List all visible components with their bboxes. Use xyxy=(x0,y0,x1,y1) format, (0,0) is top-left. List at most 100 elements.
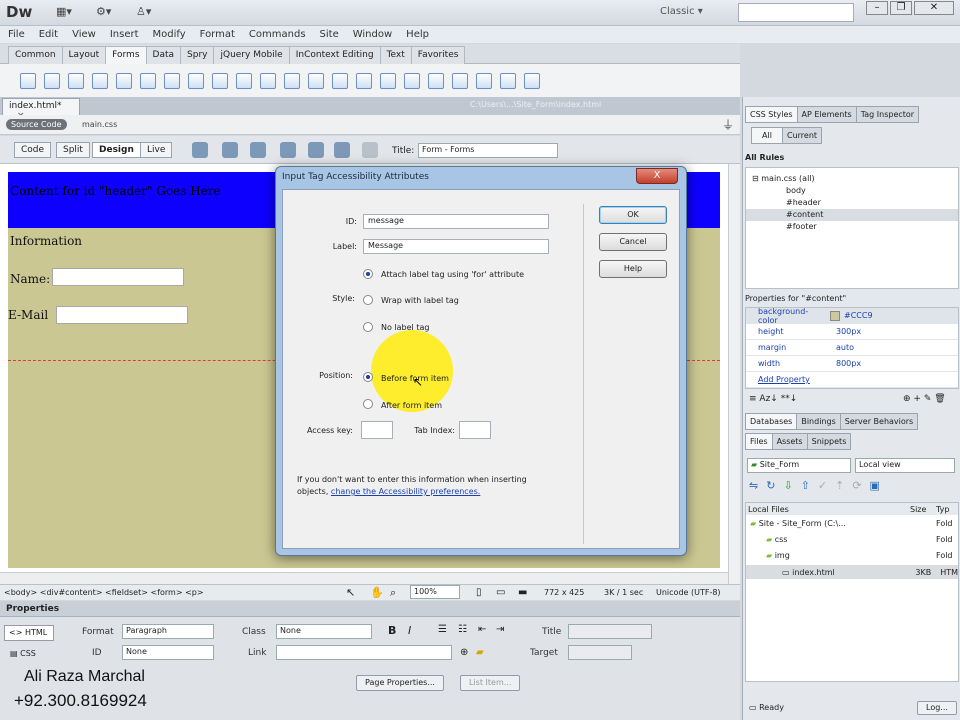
checkbox-group-icon[interactable] xyxy=(188,72,204,89)
menu-file[interactable]: File xyxy=(8,29,25,40)
menu-insert[interactable]: Insert xyxy=(110,29,139,40)
ordered-list-icon[interactable]: ☷ xyxy=(458,624,467,635)
menu-site[interactable]: Site xyxy=(320,29,339,40)
spry-validation-textarea-icon[interactable] xyxy=(404,72,420,89)
validate-icon[interactable] xyxy=(334,142,350,158)
tab-snippets[interactable]: Snippets xyxy=(806,433,852,450)
col-local-files[interactable]: Local Files xyxy=(746,505,910,514)
menu-modify[interactable]: Modify xyxy=(153,29,186,40)
view-select[interactable]: Local view xyxy=(855,458,955,473)
expand-icon[interactable]: ▣ xyxy=(870,479,888,492)
code-view-button[interactable]: Code xyxy=(14,142,52,158)
zoom-icon[interactable]: ⌕ xyxy=(390,586,396,600)
name-text-field[interactable] xyxy=(52,268,184,286)
file-field-icon[interactable] xyxy=(284,72,300,89)
tab-bindings[interactable]: Bindings xyxy=(796,413,841,430)
file-row[interactable]: ▰ Site - Site_Form (C:\... Fold xyxy=(750,519,958,528)
tab-layout[interactable]: Layout xyxy=(61,45,107,64)
tag-selector[interactable]: <body> <div#content> <fieldset> <form> <… xyxy=(4,588,204,597)
italic-button[interactable]: I xyxy=(408,624,411,637)
inspect-icon[interactable] xyxy=(192,142,208,158)
list-item-button[interactable]: List Item... xyxy=(460,675,521,691)
target-select[interactable] xyxy=(568,645,632,660)
zoom-select[interactable]: 100% xyxy=(410,585,460,599)
col-size[interactable]: Size xyxy=(910,505,936,514)
pointer-icon[interactable]: ↖ xyxy=(346,586,355,599)
put-files-icon[interactable]: ⇧ xyxy=(801,479,818,492)
email-text-field[interactable] xyxy=(56,306,188,324)
live-view-button[interactable]: Live xyxy=(140,142,173,158)
horizontal-scrollbar[interactable] xyxy=(0,572,728,584)
multiscreen-icon[interactable] xyxy=(250,142,266,158)
document-tab[interactable]: index.html* × xyxy=(2,98,80,121)
point-to-file-icon[interactable]: ⊕ xyxy=(460,647,468,658)
menu-commands[interactable]: Commands xyxy=(249,29,306,40)
workspace-switcher[interactable]: Classic ▾ xyxy=(660,6,703,17)
gear-icon[interactable]: ⚙▾ xyxy=(96,5,111,18)
add-property-row[interactable]: Add Property xyxy=(746,372,958,388)
source-code-button[interactable]: Source Code xyxy=(6,119,67,130)
split-view-button[interactable]: Split xyxy=(56,142,90,158)
menu-edit[interactable]: Edit xyxy=(39,29,58,40)
all-mode-button[interactable]: All xyxy=(751,127,783,144)
tablet-size-icon[interactable]: ▭ xyxy=(496,587,505,598)
help-button[interactable]: Help xyxy=(599,260,667,278)
tab-jquery-mobile[interactable]: jQuery Mobile xyxy=(213,45,290,64)
filter-icon[interactable]: ⏚ xyxy=(722,116,734,133)
rule-main-css[interactable]: ⊟ main.css (all) xyxy=(752,174,815,183)
refresh-files-icon[interactable]: ↻ xyxy=(766,479,783,492)
html-mode-button[interactable]: <> HTML xyxy=(4,625,54,641)
connect-icon[interactable]: ⇋ xyxy=(749,479,766,492)
tab-text[interactable]: Text xyxy=(379,45,412,64)
related-file-main-css[interactable]: main.css xyxy=(82,120,117,129)
link-input[interactable] xyxy=(276,645,452,660)
design-view-button[interactable]: Design xyxy=(92,142,141,158)
cancel-button[interactable]: Cancel xyxy=(599,233,667,251)
page-properties-button[interactable]: Page Properties... xyxy=(356,675,444,691)
tab-incontext-editing[interactable]: InContext Editing xyxy=(288,45,381,64)
check-out-icon[interactable]: ✓ xyxy=(818,479,835,492)
property-row[interactable]: background-color #CCC9 xyxy=(746,307,958,325)
id-input[interactable]: message xyxy=(363,214,549,229)
file-row[interactable]: ▰ css Fold xyxy=(766,535,958,544)
file-row[interactable]: ▰ img Fold xyxy=(766,551,958,560)
mobile-size-icon[interactable]: ▯ xyxy=(476,587,482,598)
current-mode-button[interactable]: Current xyxy=(782,127,822,144)
check-in-icon[interactable]: ⇡ xyxy=(835,479,852,492)
rule-footer[interactable]: #footer xyxy=(786,222,817,231)
menu-help[interactable]: Help xyxy=(406,29,429,40)
jump-menu-icon[interactable] xyxy=(236,72,252,89)
after-form-item-radio[interactable] xyxy=(363,399,373,409)
get-files-icon[interactable]: ⇩ xyxy=(783,479,800,492)
checkbox-icon[interactable] xyxy=(116,72,132,89)
property-row[interactable]: height 300px xyxy=(746,324,958,340)
spry-validation-checkbox-icon[interactable] xyxy=(428,72,444,89)
image-field-icon[interactable] xyxy=(260,72,276,89)
vertical-scrollbar[interactable] xyxy=(728,164,740,584)
refresh-icon[interactable] xyxy=(362,142,378,158)
edit-rule-icon[interactable]: ✎ xyxy=(924,394,932,404)
file-management-icon[interactable] xyxy=(280,142,296,158)
tab-spry[interactable]: Spry xyxy=(180,45,215,64)
outdent-icon[interactable]: ⇤ xyxy=(478,624,486,635)
before-form-item-radio[interactable] xyxy=(363,372,373,382)
select-list-icon[interactable] xyxy=(212,72,228,89)
browse-folder-icon[interactable]: ▰ xyxy=(476,647,484,658)
tab-assets[interactable]: Assets xyxy=(771,433,808,450)
tab-forms[interactable]: Forms xyxy=(105,45,147,64)
browser-preview-icon[interactable] xyxy=(222,142,238,158)
css-mode-button[interactable]: ▤ CSS xyxy=(10,649,36,658)
tab-files[interactable]: Files xyxy=(745,433,773,450)
log-button[interactable]: Log... xyxy=(917,701,957,715)
minimize-button[interactable]: – xyxy=(866,1,888,15)
tab-common[interactable]: Common xyxy=(8,45,63,64)
close-window-button[interactable]: ✕ xyxy=(914,1,954,15)
fieldset-icon[interactable] xyxy=(356,72,372,89)
ok-button[interactable]: OK xyxy=(599,206,667,224)
dialog-close-button[interactable]: X xyxy=(636,168,678,184)
spry-validation-confirm-icon[interactable] xyxy=(500,72,516,89)
menu-view[interactable]: View xyxy=(72,29,96,40)
attach-label-radio[interactable] xyxy=(363,269,373,279)
radio-group-icon[interactable] xyxy=(164,72,180,89)
tab-data[interactable]: Data xyxy=(145,45,182,64)
